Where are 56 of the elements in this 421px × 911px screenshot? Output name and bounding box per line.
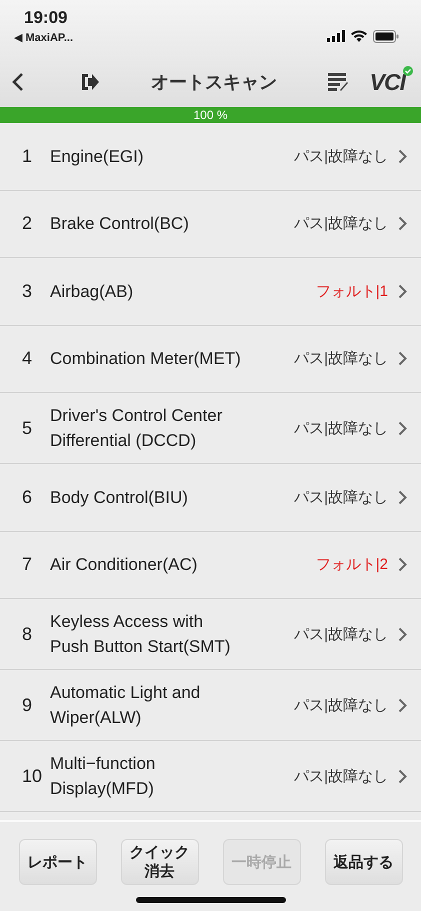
system-name: Engine(EGI) [50, 146, 145, 168]
scan-result: パス|故障なし [294, 349, 388, 368]
report-list-icon[interactable] [328, 73, 348, 91]
signal-icon [327, 30, 345, 42]
system-name: Driver's Control Center Differential (DCCD) [50, 405, 224, 452]
row-number: 4 [22, 348, 34, 370]
row-number: 9 [22, 694, 34, 716]
row-number: 8 [22, 624, 34, 644]
system-name: Brake Control(BC) [50, 213, 190, 236]
wifi-icon [351, 30, 367, 42]
scan-result: パス|故障なし [294, 418, 388, 438]
chevron-icon [398, 557, 407, 572]
chevron-icon [398, 626, 407, 642]
chevron-icon [398, 351, 407, 366]
exit-icon[interactable] [80, 72, 100, 92]
status-time: 19:09 [24, 8, 68, 28]
system-name: Air Conditioner(AC) [50, 554, 198, 576]
chevron-icon [398, 420, 407, 436]
system-name: Multi−function Display(MFD) [50, 753, 156, 800]
scan-result: パス|故障なし [294, 146, 388, 166]
chevron-icon [398, 698, 407, 712]
system-name: Body Control(BIU) [50, 486, 189, 509]
chevron-icon [398, 284, 407, 299]
scan-result: パス|故障なし [294, 766, 388, 786]
row-number: 6 [22, 486, 34, 508]
screen-title: オートスキャン [150, 71, 278, 94]
progress-fill: 100 % [0, 107, 421, 123]
system-row[interactable]: 7 Air Conditioner(AC) フォルト|2 [0, 532, 421, 599]
row-number: 2 [22, 213, 34, 234]
system-row[interactable]: 2 Brake Control(BC) パス|故障なし [0, 190, 421, 258]
battery-icon [373, 30, 399, 42]
row-number: 7 [22, 554, 34, 576]
system-name: Airbag(AB) [50, 280, 134, 303]
footer-button[interactable]: 返品する [324, 839, 402, 885]
system-name: Combination Meter(MET) [50, 348, 242, 370]
scan-result: パス|故障なし [294, 624, 388, 644]
footer-button[interactable]: レポート [18, 839, 96, 885]
row-number: 1 [22, 146, 34, 167]
scan-result: フォルト|2 [316, 555, 388, 574]
vci-logo[interactable]: VCI [370, 68, 409, 96]
system-row[interactable]: 4 Combination Meter(MET) パス|故障なし [0, 326, 421, 393]
chevron-icon [398, 490, 407, 505]
scan-result: フォルト|1 [316, 282, 388, 301]
scan-result: パス|故障なし [294, 696, 388, 714]
row-number: 3 [22, 280, 34, 302]
footer-button[interactable]: クイック消去 [120, 839, 198, 885]
system-name: Automatic Light and Wiper(ALW) [50, 682, 202, 729]
scan-result: パス|故障なし [294, 488, 388, 507]
chevron-icon [398, 148, 407, 164]
scan-result: パス|故障なし [294, 214, 388, 234]
back-to-app-link[interactable]: ◀ MaxiAP... [14, 31, 74, 44]
row-number: 5 [22, 418, 34, 438]
row-number: 10 [22, 766, 44, 786]
chevron-icon [398, 768, 407, 784]
chevron-icon [398, 216, 407, 232]
system-name: Keyless Access with Push Button Start(SMT) [50, 611, 232, 658]
